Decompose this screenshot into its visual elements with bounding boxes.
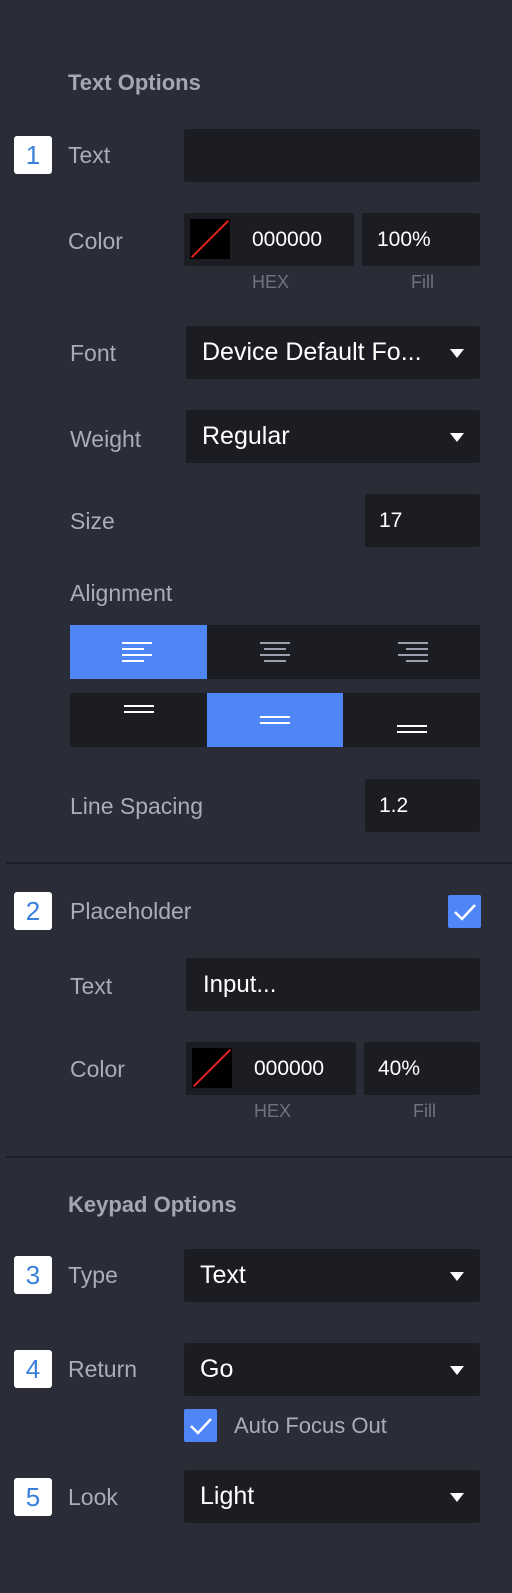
align-left-icon — [122, 642, 153, 662]
line-spacing-value: 1.2 — [379, 793, 409, 817]
chevron-down-icon — [450, 1365, 464, 1375]
text-color-fill-field[interactable]: 100% — [362, 213, 480, 266]
placeholder-color-fill-field[interactable]: 40% — [364, 1042, 480, 1095]
color-swatch-icon[interactable] — [190, 219, 230, 259]
line-spacing-input[interactable]: 1.2 — [365, 779, 480, 832]
placeholder-text-input[interactable]: Input... — [186, 958, 480, 1011]
text-color-hex-value: 000000 — [252, 227, 323, 251]
look-label: Look — [68, 1484, 118, 1510]
section-divider — [6, 862, 512, 864]
vertical-alignment-group — [70, 693, 480, 747]
align-right-button[interactable] — [343, 625, 480, 679]
fill-caption: Fill — [411, 272, 434, 292]
chevron-down-icon — [450, 1271, 464, 1281]
keypad-options-title: Keypad Options — [68, 1192, 237, 1217]
keypad-return-dropdown[interactable]: Go — [184, 1343, 480, 1396]
step-badge-3: 3 — [14, 1256, 52, 1294]
fill-caption: Fill — [413, 1101, 436, 1121]
align-bottom-icon — [397, 725, 428, 733]
auto-focus-out-checkbox[interactable] — [184, 1409, 217, 1442]
keypad-type-value: Text — [200, 1261, 246, 1289]
color-label: Color — [68, 228, 123, 254]
keypad-type-dropdown[interactable]: Text — [184, 1249, 480, 1302]
align-middle-icon — [260, 716, 290, 724]
checkmark-icon — [453, 903, 476, 921]
text-options-title: Text Options — [68, 70, 201, 95]
align-top-button[interactable] — [70, 693, 207, 747]
keypad-look-value: Light — [200, 1482, 255, 1510]
placeholder-label: Placeholder — [70, 898, 192, 924]
placeholder-color-hex-value: 000000 — [254, 1056, 325, 1080]
align-bottom-button[interactable] — [343, 693, 480, 747]
align-top-icon — [124, 705, 154, 713]
align-left-button[interactable] — [70, 625, 207, 679]
placeholder-text-label: Text — [70, 973, 113, 999]
hex-caption: HEX — [252, 272, 290, 292]
step-badge-1: 1 — [14, 136, 52, 174]
step-badge-5: 5 — [14, 1478, 52, 1516]
color-swatch-icon[interactable] — [192, 1048, 232, 1088]
align-right-icon — [397, 642, 428, 662]
size-label: Size — [70, 508, 115, 534]
text-color-hex-field[interactable]: 000000 — [184, 213, 354, 266]
font-label: Font — [70, 340, 117, 366]
horizontal-alignment-group — [70, 625, 480, 679]
chevron-down-icon — [450, 1492, 464, 1502]
font-dropdown-value: Device Default Fo... — [202, 338, 422, 366]
weight-dropdown[interactable]: Regular — [186, 410, 480, 463]
checkmark-icon — [189, 1417, 212, 1435]
keypad-return-value: Go — [200, 1355, 234, 1383]
line-spacing-label: Line Spacing — [70, 793, 203, 819]
auto-focus-out-label: Auto Focus Out — [234, 1413, 387, 1438]
weight-dropdown-value: Regular — [202, 422, 290, 450]
font-dropdown[interactable]: Device Default Fo... — [186, 326, 480, 379]
chevron-down-icon — [450, 432, 464, 442]
placeholder-color-label: Color — [70, 1056, 125, 1082]
alignment-label: Alignment — [70, 580, 173, 606]
text-input[interactable] — [184, 129, 480, 182]
type-label: Type — [68, 1262, 118, 1288]
return-label: Return — [68, 1356, 138, 1382]
section-divider — [6, 1156, 512, 1158]
placeholder-checkbox[interactable] — [448, 895, 481, 928]
align-center-icon — [260, 642, 290, 662]
size-value: 17 — [379, 508, 403, 532]
text-color-fill-value: 100% — [377, 227, 431, 251]
chevron-down-icon — [450, 348, 464, 358]
step-badge-2: 2 — [14, 892, 52, 930]
placeholder-text-value: Input... — [203, 970, 277, 998]
size-input[interactable]: 17 — [365, 494, 480, 547]
align-middle-button[interactable] — [206, 693, 344, 747]
placeholder-color-hex-field[interactable]: 000000 — [186, 1042, 356, 1095]
weight-label: Weight — [70, 426, 142, 452]
placeholder-color-fill-value: 40% — [378, 1056, 421, 1080]
align-center-button[interactable] — [207, 625, 344, 679]
hex-caption: HEX — [254, 1101, 292, 1121]
keypad-look-dropdown[interactable]: Light — [184, 1470, 480, 1523]
step-badge-4: 4 — [14, 1350, 52, 1388]
text-label: Text — [68, 142, 111, 168]
